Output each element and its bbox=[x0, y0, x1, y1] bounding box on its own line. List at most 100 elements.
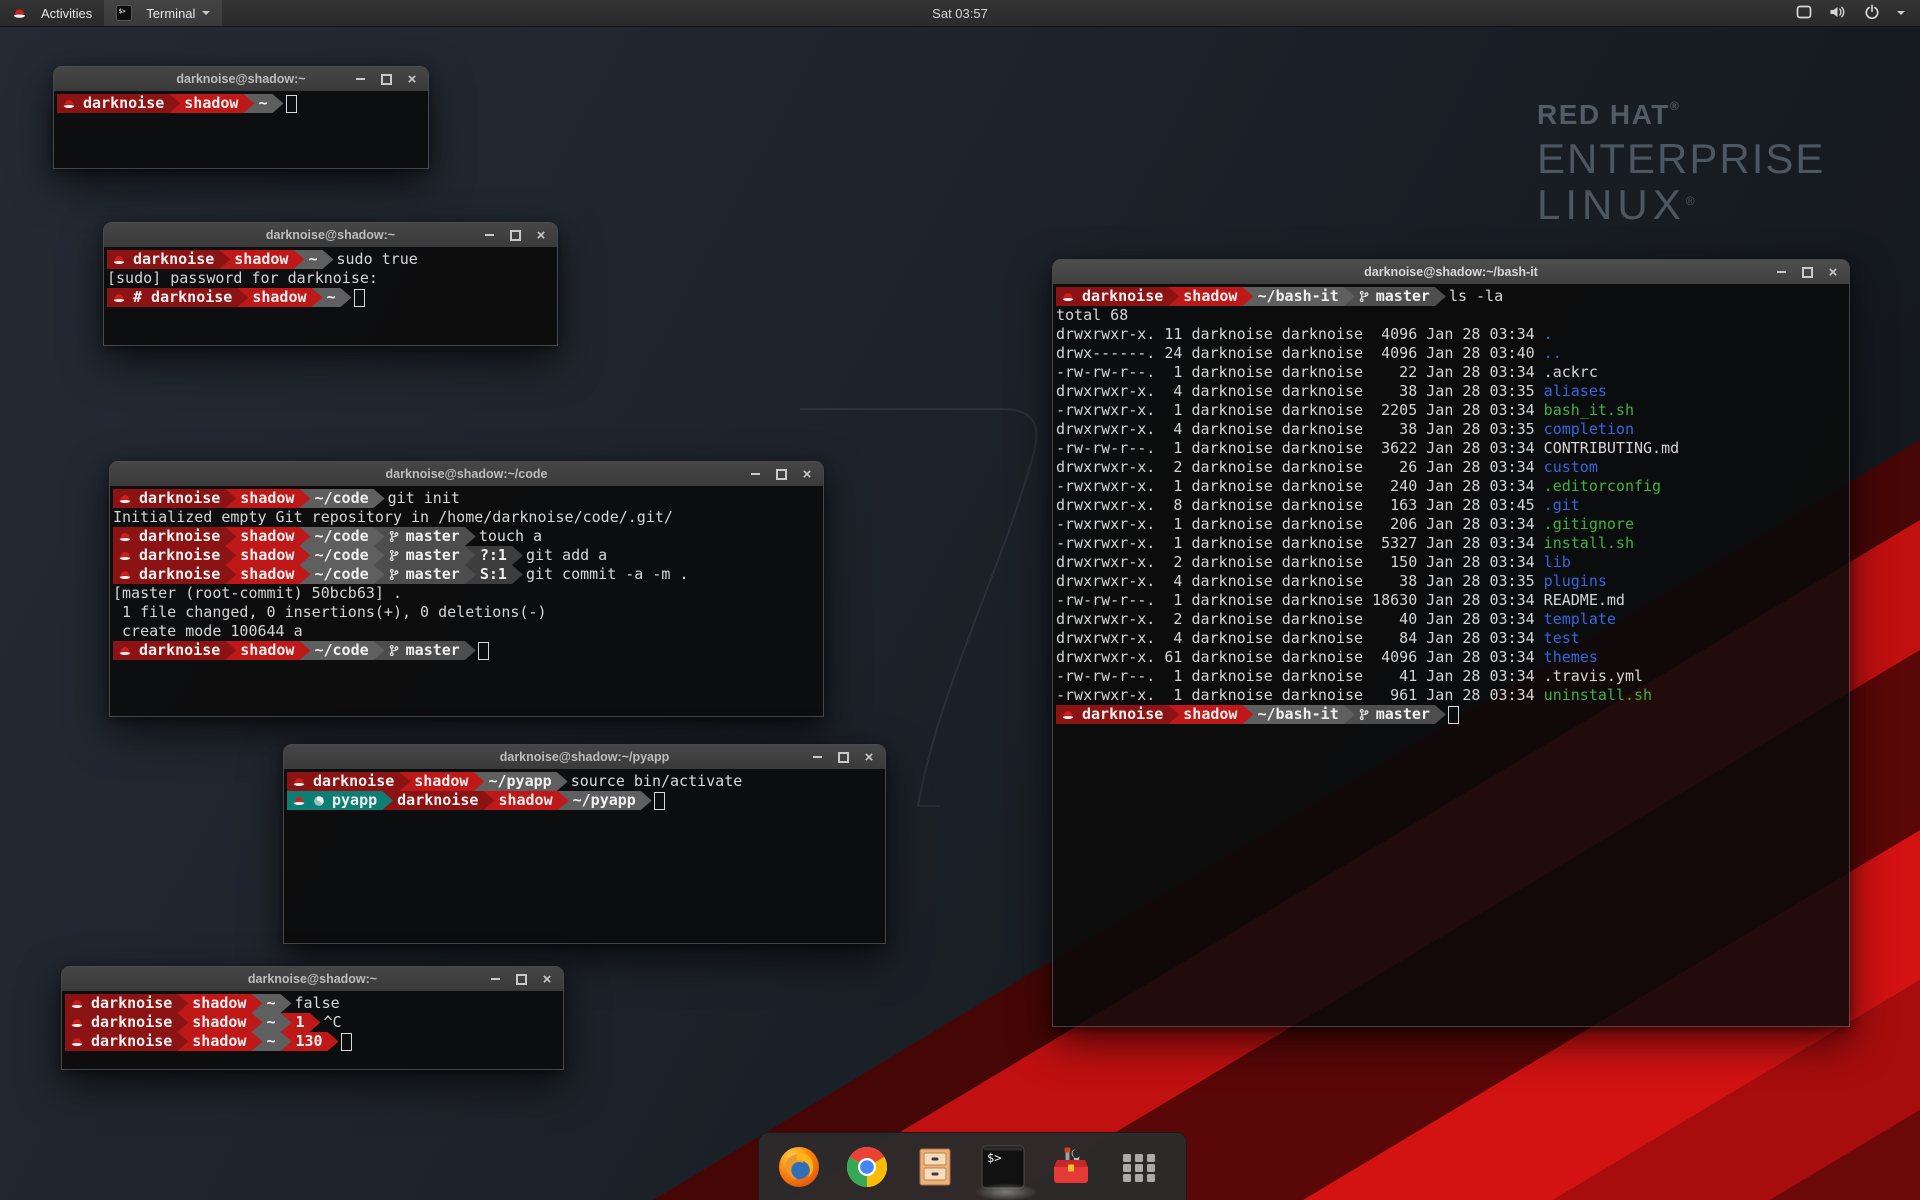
command-text: git commit -a -m . bbox=[526, 565, 689, 584]
close-button[interactable]: × bbox=[535, 228, 547, 242]
minimize-button[interactable] bbox=[354, 72, 366, 86]
prompt-segment-path: ~/code bbox=[299, 565, 384, 584]
maximize-button[interactable] bbox=[380, 72, 392, 86]
minimize-button[interactable] bbox=[811, 750, 823, 764]
terminal-content[interactable]: darknoiseshadow~ bbox=[54, 91, 428, 168]
prompt-segment-host: shadow bbox=[225, 489, 310, 508]
window-controls: × bbox=[1775, 260, 1839, 284]
segment-text: shadow bbox=[192, 1013, 246, 1032]
dock-item-files[interactable] bbox=[911, 1139, 967, 1195]
titlebar[interactable]: darknoise@shadow:~ × bbox=[62, 967, 563, 992]
terminal-line: -rwxrwxr-x. 1 darknoise darknoise 961 Ja… bbox=[1056, 686, 1849, 705]
titlebar[interactable]: darknoise@shadow:~/bash-it × bbox=[1053, 260, 1849, 285]
terminal-line: create mode 100644 a bbox=[113, 622, 823, 641]
system-indicators[interactable] bbox=[1796, 0, 1920, 26]
terminal-content[interactable]: darknoiseshadow~sudo true[sudo] password… bbox=[104, 247, 557, 345]
terminal-line: -rw-rw-r--. 1 darknoise darknoise 22 Jan… bbox=[1056, 363, 1849, 382]
close-button[interactable]: × bbox=[1827, 265, 1839, 279]
prompt-segment-venv: pyapp bbox=[287, 791, 393, 810]
volume-icon bbox=[1829, 4, 1847, 23]
prompt-segment-user: darknoise bbox=[113, 546, 236, 565]
output-text: .gitignore bbox=[1544, 515, 1634, 534]
close-button[interactable]: × bbox=[801, 467, 813, 481]
window-title: darknoise@shadow:~ bbox=[266, 228, 395, 242]
minimize-button[interactable] bbox=[483, 228, 495, 242]
maximize-button[interactable] bbox=[515, 972, 527, 986]
prompt-segment-host: shadow bbox=[177, 1032, 262, 1051]
dock-item-toolbox[interactable] bbox=[1046, 1139, 1102, 1195]
terminal-line: -rwxrwxr-x. 1 darknoise darknoise 206 Ja… bbox=[1056, 515, 1849, 534]
segment-text: darknoise bbox=[83, 94, 164, 113]
dock-item-chrome[interactable] bbox=[843, 1139, 899, 1195]
output-text: .git bbox=[1544, 496, 1580, 515]
terminal-line: # darknoiseshadow~ bbox=[107, 288, 557, 307]
terminal-line: darknoiseshadow~130 bbox=[65, 1032, 563, 1051]
command-text: source bin/activate bbox=[571, 772, 743, 791]
terminal-content[interactable]: darknoiseshadow~/bash-itmasterls -latota… bbox=[1053, 284, 1849, 1026]
terminal-content[interactable]: darknoiseshadow~/codegit initInitialized… bbox=[110, 486, 823, 716]
titlebar[interactable]: darknoise@shadow:~ × bbox=[54, 67, 428, 92]
clock[interactable]: Sat 03:57 bbox=[932, 6, 988, 21]
branch-icon bbox=[1359, 290, 1369, 303]
output-text: drwxrwxr-x. 8 darknoise darknoise 163 Ja… bbox=[1056, 496, 1544, 515]
segment-text: ~/code bbox=[314, 565, 368, 584]
prompt-segment-branch: master bbox=[374, 546, 476, 565]
maximize-button[interactable] bbox=[775, 467, 787, 481]
output-text: [master (root-commit) 50bcb63] . bbox=[113, 584, 402, 603]
window-title: darknoise@shadow:~/bash-it bbox=[1364, 265, 1538, 279]
prompt-segment-user: darknoise bbox=[1056, 705, 1179, 724]
terminal-line: darknoiseshadow~ bbox=[57, 94, 428, 113]
segment-text: # darknoise bbox=[133, 288, 232, 307]
window-title: darknoise@shadow:~ bbox=[248, 972, 377, 986]
segment-text: ~ bbox=[266, 1032, 275, 1051]
maximize-button[interactable] bbox=[1801, 265, 1813, 279]
prompt-segment-branch: master bbox=[374, 641, 476, 660]
output-text: -rw-rw-r--. 1 darknoise darknoise 41 Jan… bbox=[1056, 667, 1544, 686]
minimize-button[interactable] bbox=[489, 972, 501, 986]
window-controls: × bbox=[811, 745, 875, 769]
dock-item-app-grid[interactable] bbox=[1114, 1139, 1170, 1195]
segment-text: darknoise bbox=[139, 546, 220, 565]
close-button[interactable]: × bbox=[541, 972, 553, 986]
terminal-cursor bbox=[654, 792, 665, 810]
close-button[interactable]: × bbox=[406, 72, 418, 86]
terminal-window: darknoise@shadow:~ × darknoiseshadow~ bbox=[54, 67, 428, 168]
terminal-line: darknoiseshadow~/bash-itmaster bbox=[1056, 705, 1849, 724]
prompt-segment-path: ~/bash-it bbox=[1242, 287, 1354, 306]
terminal-content[interactable]: darknoiseshadow~falsedarknoiseshadow~1^C… bbox=[62, 991, 563, 1069]
terminal-window: darknoise@shadow:~ × darknoiseshadow~false… bbox=[62, 967, 563, 1069]
power-icon bbox=[1864, 4, 1880, 23]
terminal-line: darknoiseshadow~/pyappsource bin/activat… bbox=[287, 772, 885, 791]
window-title: darknoise@shadow:~/pyapp bbox=[500, 750, 670, 764]
minimize-button[interactable] bbox=[749, 467, 761, 481]
segment-text: 130 bbox=[296, 1032, 323, 1051]
segment-text: shadow bbox=[498, 791, 552, 810]
terminal-cursor bbox=[1448, 706, 1459, 724]
activities-button[interactable]: Activities bbox=[0, 0, 104, 26]
titlebar[interactable]: darknoise@shadow:~/code× bbox=[110, 462, 823, 487]
maximize-button[interactable] bbox=[837, 750, 849, 764]
minimize-button[interactable] bbox=[1775, 265, 1787, 279]
output-text: uninstall.sh bbox=[1544, 686, 1652, 705]
maximize-button[interactable] bbox=[509, 228, 521, 242]
segment-text: ~ bbox=[266, 994, 275, 1013]
prompt-segment-path: ~/pyapp bbox=[473, 772, 567, 791]
files-icon bbox=[913, 1145, 957, 1189]
close-button[interactable]: × bbox=[863, 750, 875, 764]
output-text: bash_it.sh bbox=[1544, 401, 1634, 420]
app-menu-terminal[interactable]: $> Terminal bbox=[104, 0, 222, 26]
dock-item-terminal[interactable]: $> bbox=[978, 1139, 1034, 1195]
redhat-icon bbox=[118, 492, 132, 506]
titlebar[interactable]: darknoise@shadow:~/pyapp × bbox=[284, 745, 885, 770]
prompt-segment-host: shadow bbox=[225, 565, 310, 584]
window-title: darknoise@shadow:~ bbox=[176, 72, 305, 86]
dock-item-firefox[interactable] bbox=[775, 1139, 831, 1195]
output-text: .. bbox=[1544, 344, 1562, 363]
output-text: Initialized empty Git repository in /hom… bbox=[113, 508, 673, 527]
segment-text: shadow bbox=[252, 288, 306, 307]
desktop: RED HAT® ENTERPRISE LINUX® Activities $>… bbox=[0, 0, 1920, 1200]
titlebar[interactable]: darknoise@shadow:~ × bbox=[104, 223, 557, 248]
segment-text: darknoise bbox=[139, 565, 220, 584]
terminal-content[interactable]: darknoiseshadow~/pyappsource bin/activat… bbox=[284, 769, 885, 943]
segment-text: darknoise bbox=[139, 641, 220, 660]
